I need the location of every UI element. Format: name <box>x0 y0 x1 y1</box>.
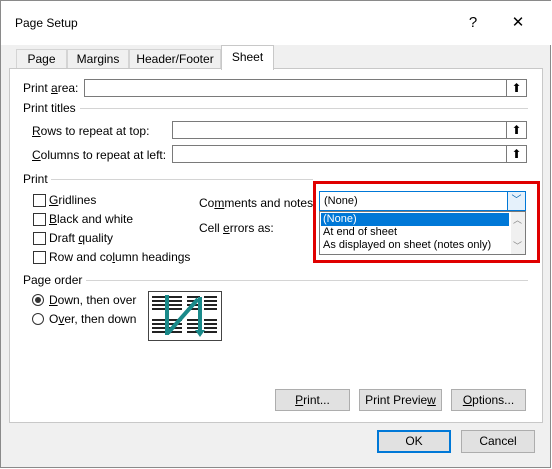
down-then-over-radio[interactable] <box>32 294 44 306</box>
options-button[interactable]: Options... <box>451 389 526 411</box>
cell-errors-label: Cell errors as: <box>199 221 274 235</box>
black-and-white-label: Black and white <box>49 212 134 226</box>
print-area-label: Print area: <box>23 81 79 95</box>
tab-strip: Page Margins Header/Footer Sheet <box>1 45 552 70</box>
columns-to-repeat-input[interactable]: ⬆ <box>172 145 527 163</box>
tab-header-footer[interactable]: Header/Footer <box>129 49 221 68</box>
tab-page[interactable]: Page <box>16 49 67 68</box>
tab-sheet[interactable]: Sheet <box>221 45 274 70</box>
gridlines-label: Gridlines <box>49 193 97 207</box>
close-icon[interactable]: ✕ <box>508 13 528 33</box>
divider <box>86 280 528 281</box>
highlight-box <box>313 181 540 263</box>
print-preview-button[interactable]: Print Preview <box>359 389 442 411</box>
row-column-headings-label: Row and column headings <box>49 250 191 264</box>
print-heading: Print <box>23 172 48 186</box>
draft-quality-label: Draft quality <box>49 231 114 245</box>
page-order-heading: Page order <box>23 273 83 287</box>
help-button[interactable]: ? <box>463 13 483 33</box>
tab-margins[interactable]: Margins <box>67 49 129 68</box>
title-bar: Page Setup ? ✕ <box>1 1 552 45</box>
down-then-over-label: Down, then over <box>49 293 137 307</box>
divider <box>80 108 528 109</box>
print-area-input[interactable]: ⬆ <box>84 79 527 97</box>
row-column-headings-checkbox[interactable] <box>33 251 46 264</box>
collapse-dialog-icon[interactable]: ⬆ <box>506 122 526 138</box>
gridlines-checkbox[interactable] <box>33 194 46 207</box>
collapse-dialog-icon[interactable]: ⬆ <box>506 80 526 96</box>
over-then-down-radio[interactable] <box>32 313 44 325</box>
over-then-down-label: Over, then down <box>49 312 137 326</box>
print-button[interactable]: Print... <box>275 389 350 411</box>
black-and-white-checkbox[interactable] <box>33 213 46 226</box>
ok-button[interactable]: OK <box>377 430 451 453</box>
collapse-dialog-icon[interactable]: ⬆ <box>506 146 526 162</box>
page-setup-dialog: Page Setup ? ✕ Page Margins Header/Foote… <box>0 0 552 468</box>
print-titles-heading: Print titles <box>23 101 76 115</box>
divider <box>51 179 313 180</box>
draft-quality-checkbox[interactable] <box>33 232 46 245</box>
page-order-preview-icon <box>148 291 222 341</box>
columns-to-repeat-label: Columns to repeat at left: <box>32 148 167 162</box>
rows-to-repeat-input[interactable]: ⬆ <box>172 121 527 139</box>
comments-notes-label: Comments and notes: <box>199 196 317 210</box>
dialog-title: Page Setup <box>15 16 78 30</box>
rows-to-repeat-label: Rows to repeat at top: <box>32 124 150 138</box>
cancel-button[interactable]: Cancel <box>461 430 535 453</box>
